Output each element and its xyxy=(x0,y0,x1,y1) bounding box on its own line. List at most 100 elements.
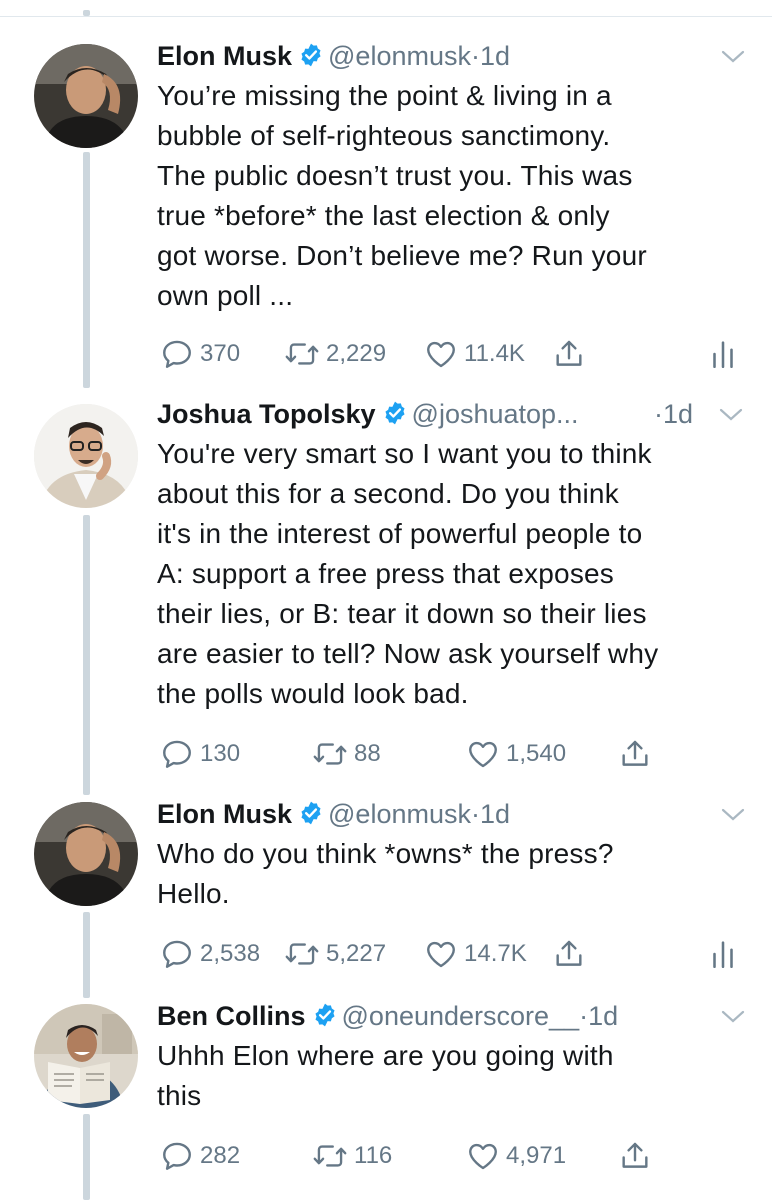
tweet-text-line: are easier to tell? Now ask yourself why xyxy=(157,638,659,669)
retweet-icon xyxy=(313,1145,347,1167)
reply-icon xyxy=(163,940,191,968)
tweet-header: Elon Musk @elonmusk·1d xyxy=(157,796,510,832)
reply-button[interactable]: 130 xyxy=(160,734,240,774)
avatar[interactable] xyxy=(34,44,138,148)
retweet-icon xyxy=(285,943,319,965)
like-count: 4,971 xyxy=(506,1142,567,1169)
share-button[interactable] xyxy=(552,334,586,374)
tweet-text-line: Uhhh Elon where are you going with xyxy=(157,1040,614,1071)
tweet-text-line: their lies, or B: tear it down so their … xyxy=(157,598,647,629)
tweet-text-line: A: support a free press that exposes xyxy=(157,558,615,589)
author-handle[interactable]: @elonmusk xyxy=(328,799,471,829)
like-count: 1,540 xyxy=(506,740,567,767)
author-name[interactable]: Ben Collins xyxy=(157,1001,306,1031)
avatar[interactable] xyxy=(34,802,138,906)
retweet-count: 5,227 xyxy=(326,940,387,967)
author-handle[interactable]: @oneunderscore__ xyxy=(342,1001,580,1031)
like-button[interactable]: 1,540 xyxy=(466,734,566,774)
author-name[interactable]: Joshua Topolsky xyxy=(157,399,376,429)
tweet-text: You’re missing the point & living in a b… xyxy=(157,76,757,316)
retweet-button[interactable]: 88 xyxy=(312,734,381,774)
like-button[interactable]: 14.7K xyxy=(424,934,527,974)
retweet-button[interactable]: 116 xyxy=(312,1136,392,1176)
share-button[interactable] xyxy=(618,734,652,774)
tweet-text-line: the polls would look bad. xyxy=(157,678,469,709)
tweet-time[interactable]: 1d xyxy=(480,799,510,829)
avatar[interactable] xyxy=(34,404,138,508)
tweet-text-line: about this for a second. Do you think xyxy=(157,478,619,509)
like-icon xyxy=(469,741,497,768)
share-icon xyxy=(622,1142,648,1168)
tweet-text-line: this xyxy=(157,1080,202,1111)
verified-badge-icon xyxy=(312,1001,338,1027)
tweet-text-line: You're very smart so I want you to think xyxy=(157,438,652,469)
avatar[interactable] xyxy=(34,1004,138,1108)
separator-dot: · xyxy=(579,1001,589,1031)
like-icon xyxy=(469,1143,497,1170)
reply-button[interactable]: 282 xyxy=(160,1136,240,1176)
share-icon xyxy=(556,940,582,966)
tweet-text-line: You’re missing the point & living in a xyxy=(157,80,612,111)
chevron-down-icon[interactable] xyxy=(720,804,746,824)
tweet-header: Ben Collins @oneunderscore__·1d xyxy=(157,998,618,1034)
tweet-text: Uhhh Elon where are you going with this xyxy=(157,1036,757,1116)
like-button[interactable]: 4,971 xyxy=(466,1136,566,1176)
retweet-button[interactable]: 5,227 xyxy=(284,934,386,974)
verified-badge-icon xyxy=(382,399,408,425)
chevron-down-icon[interactable] xyxy=(718,404,744,424)
reply-icon xyxy=(163,740,191,768)
tweet-actions: 282 116 4,971 xyxy=(0,1136,772,1176)
tweet-text-line: it's in the interest of powerful people … xyxy=(157,518,643,549)
verified-badge-icon xyxy=(298,799,324,825)
reply-icon xyxy=(163,340,191,368)
share-icon xyxy=(622,740,648,766)
tweet-text-line: The public doesn’t trust you. This was xyxy=(157,160,633,191)
author-handle[interactable]: @elonmusk xyxy=(328,41,471,71)
tweet-text-line: true *before* the last election & only xyxy=(157,200,610,231)
like-icon xyxy=(427,941,455,968)
chevron-down-icon[interactable] xyxy=(720,46,746,66)
author-handle[interactable]: @joshuatop... xyxy=(412,399,579,429)
top-divider xyxy=(0,16,772,17)
author-name[interactable]: Elon Musk xyxy=(157,799,292,829)
analytics-icon xyxy=(713,941,733,969)
like-count: 11.4K xyxy=(464,340,525,367)
analytics-icon xyxy=(713,341,733,369)
like-count: 14.7K xyxy=(464,940,527,967)
chevron-down-icon[interactable] xyxy=(720,1006,746,1026)
like-icon xyxy=(427,341,455,368)
reply-icon xyxy=(163,1142,191,1170)
author-name[interactable]: Elon Musk xyxy=(157,41,292,71)
tweet-meta: ·1d xyxy=(654,396,693,432)
retweet-icon xyxy=(285,343,319,365)
share-icon xyxy=(556,340,582,366)
retweet-button[interactable]: 2,229 xyxy=(284,334,386,374)
retweet-count: 116 xyxy=(354,1142,393,1169)
tweet-header: Joshua Topolsky @joshuatop... xyxy=(157,396,579,432)
tweet-text-line: own poll ... xyxy=(157,280,294,311)
analytics-button[interactable] xyxy=(708,934,738,974)
share-button[interactable] xyxy=(552,934,586,974)
reply-count: 130 xyxy=(200,740,241,767)
reply-count: 370 xyxy=(200,340,241,367)
tweet-text-line: Hello. xyxy=(157,878,230,909)
like-button[interactable]: 11.4K xyxy=(424,334,525,374)
retweet-count: 2,229 xyxy=(326,340,387,367)
tweet-header: Elon Musk @elonmusk·1d xyxy=(157,38,510,74)
reply-button[interactable]: 370 xyxy=(160,334,240,374)
verified-badge-icon xyxy=(298,41,324,67)
tweet-time[interactable]: 1d xyxy=(663,399,693,429)
tweet-text: You're very smart so I want you to think… xyxy=(157,434,757,714)
tweet-time[interactable]: 1d xyxy=(480,41,510,71)
tweet-text-line: got worse. Don’t believe me? Run your xyxy=(157,240,647,271)
tweet-time[interactable]: 1d xyxy=(588,1001,618,1031)
reply-count: 282 xyxy=(200,1142,241,1169)
tweet-actions: 2,538 5,227 14.7K xyxy=(0,934,772,974)
tweet-text-line: Who do you think *owns* the press? xyxy=(157,838,614,869)
tweet-text: Who do you think *owns* the press? Hello… xyxy=(157,834,757,914)
share-button[interactable] xyxy=(618,1136,652,1176)
reply-button[interactable]: 2,538 xyxy=(160,934,260,974)
separator-dot: · xyxy=(654,399,663,429)
retweet-icon xyxy=(313,743,347,765)
analytics-button[interactable] xyxy=(708,334,738,374)
